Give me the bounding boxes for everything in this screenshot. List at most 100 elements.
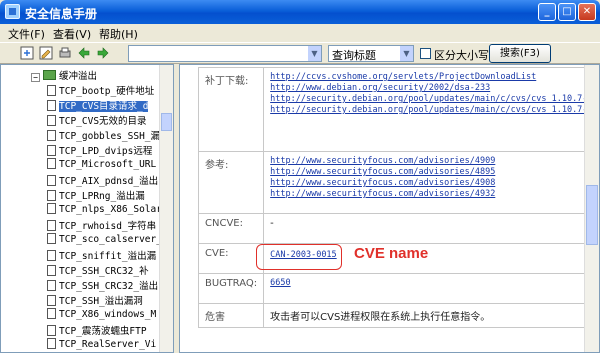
menu-file[interactable]: 文件(F): [8, 26, 45, 42]
bugtraq-link[interactable]: 6650: [270, 278, 599, 289]
cncve-value: -: [263, 213, 599, 244]
tree-scrollbar[interactable]: [159, 65, 173, 352]
detail-scrollbar[interactable]: [584, 65, 599, 352]
cncve-label: CNCVE:: [197, 213, 265, 244]
tree-item-label: TCP_sniffit_溢出漏: [59, 251, 157, 262]
tree-item[interactable]: TCP_AIX_pdnsd_溢出: [47, 173, 158, 187]
cncve-row: CNCVE: -: [197, 213, 599, 244]
refresh-icon[interactable]: [20, 46, 34, 60]
bugtraq-cell: 6650: [263, 273, 599, 304]
tree-item[interactable]: TCP_RealServer_Vi: [47, 338, 156, 350]
tree-item-label: TCP_rwhoisd_字符串: [59, 221, 157, 232]
tree-item[interactable]: TCP_rwhoisd_字符串: [47, 218, 156, 232]
tree-item-label: TCP_SSH_溢出漏洞: [59, 296, 143, 307]
case-sensitive-label: 区分大小写: [434, 49, 489, 62]
tree-scrollbar-thumb[interactable]: [161, 113, 172, 131]
patch-link[interactable]: http://security.debian.org/pool/updates/…: [270, 94, 599, 105]
document-icon: [47, 203, 56, 214]
title-bar: 安全信息手册 _ □ ✕: [0, 0, 600, 24]
bugtraq-row: BUGTRAQ: 6650: [197, 273, 599, 304]
edit-icon[interactable]: [39, 46, 53, 60]
menu-bar: 文件(F) 查看(V) 帮助(H): [0, 24, 600, 42]
document-icon: [47, 190, 56, 201]
document-icon: [47, 115, 56, 126]
folder-icon: [43, 70, 56, 80]
patch-link[interactable]: http://ccvs.cvshome.org/servlets/Project…: [270, 72, 599, 83]
window-title: 安全信息手册: [25, 7, 98, 21]
document-icon: [47, 233, 56, 244]
menu-view[interactable]: 查看(V): [53, 26, 91, 42]
tree-item[interactable]: TCP_X86_windows_M: [47, 308, 156, 320]
bugtraq-label: BUGTRAQ:: [197, 273, 265, 304]
chevron-down-icon[interactable]: ▼: [307, 46, 321, 61]
tree-item-label: TCP_CVS目录请求_d: [59, 101, 149, 112]
tree-item[interactable]: TCP_gobbles_SSH_漏: [47, 128, 160, 142]
app-icon: [5, 4, 20, 19]
ref-link[interactable]: http://www.securityfocus.com/advisories/…: [270, 178, 599, 189]
patch-label: 补丁下载:: [197, 67, 265, 152]
tree-item[interactable]: TCP_LPRng_溢出漏: [47, 188, 145, 202]
collapse-icon[interactable]: −: [31, 73, 40, 82]
tree-item-label: TCP_gobbles_SSH_漏: [59, 131, 161, 142]
refs-row: 参考: http://www.securityfocus.com/advisor…: [197, 151, 599, 214]
tree-item-label: TCP_LPRng_溢出漏: [59, 191, 145, 202]
tree-root[interactable]: − 缓冲溢出: [31, 68, 97, 82]
tree-item[interactable]: TCP_震荡波蠕虫FTP: [47, 323, 147, 337]
document-icon: [47, 220, 56, 231]
forward-icon[interactable]: [96, 46, 110, 60]
menu-help[interactable]: 帮助(H): [99, 26, 138, 42]
patch-link[interactable]: http://security.debian.org/pool/updates/…: [270, 105, 599, 116]
app-window: 安全信息手册 _ □ ✕ 文件(F) 查看(V) 帮助(H) ▼ 查询标题 ▼ …: [0, 0, 600, 353]
tree-item[interactable]: TCP_LPD_dvips远程: [47, 143, 152, 157]
tree-item[interactable]: TCP_nlps_X86_Solar: [47, 203, 162, 215]
tree-item-label: TCP_CVS无效的目录: [59, 116, 147, 127]
cve-highlight-ring: [256, 244, 342, 270]
tree-item-label: TCP_AIX_pdnsd_溢出: [59, 176, 159, 187]
tree-item[interactable]: TCP_SSH_CRC32_溢出: [47, 278, 158, 292]
tree-item[interactable]: TCP_Microsoft_URL: [47, 158, 156, 170]
patch-link[interactable]: http://www.debian.org/security/2002/dsa-…: [270, 83, 599, 94]
tree-item[interactable]: TCP_SSH_CRC32_补: [47, 263, 149, 277]
minimize-button[interactable]: _: [538, 3, 556, 21]
search-button[interactable]: 搜索(F3): [489, 44, 551, 63]
tree-root-label: 缓冲溢出: [59, 71, 98, 82]
tree-item-label: TCP_bootp_硬件地址: [59, 86, 155, 97]
close-button[interactable]: ✕: [578, 3, 596, 21]
maximize-button[interactable]: □: [558, 3, 576, 21]
search-input[interactable]: ▼: [128, 45, 322, 62]
tree-item[interactable]: TCP_sniffit_溢出漏: [47, 248, 156, 262]
document-icon: [47, 280, 56, 291]
toolbar: ▼ 查询标题 ▼ 区分大小写 搜索(F3): [0, 42, 600, 64]
tree-item-label: TCP_RealServer_Vi: [59, 339, 157, 350]
document-icon: [47, 175, 56, 186]
detail-pane: 补丁下载: http://ccvs.cvshome.org/servlets/P…: [179, 64, 600, 353]
ref-link[interactable]: http://www.securityfocus.com/advisories/…: [270, 189, 599, 200]
document-icon: [47, 325, 56, 336]
tree-item-label: TCP_X86_windows_M: [59, 309, 157, 320]
ref-link[interactable]: http://www.securityfocus.com/advisories/…: [270, 167, 599, 178]
topic-tree: − 缓冲溢出 TCP_bootp_硬件地址 TCP_CVS目录请求_d TCP_CVS…: [0, 64, 174, 353]
tree-item-label: TCP_sco_calserver_: [59, 234, 162, 245]
document-icon: [47, 145, 56, 156]
detail-scrollbar-thumb[interactable]: [586, 185, 598, 245]
harm-label: 危害: [197, 303, 265, 328]
ref-link[interactable]: http://www.securityfocus.com/advisories/…: [270, 156, 599, 167]
tree-item-label: TCP_震荡波蠕虫FTP: [59, 326, 147, 337]
tree-item[interactable]: TCP_bootp_硬件地址: [47, 83, 154, 97]
document-icon: [47, 295, 56, 306]
harm-row: 危害 攻击者可以CVS进程权限在系统上执行任意指令。: [197, 303, 599, 328]
refs-label: 参考:: [197, 151, 265, 214]
document-icon: [47, 130, 56, 141]
document-icon: [47, 250, 56, 261]
print-icon[interactable]: [58, 46, 72, 60]
tree-item[interactable]: TCP_sco_calserver_: [47, 233, 162, 245]
cve-label: CVE:: [197, 243, 265, 274]
tree-item[interactable]: TCP_CVS无效的目录: [47, 113, 147, 127]
back-icon[interactable]: [77, 46, 91, 60]
case-sensitive-checkbox[interactable]: [420, 48, 431, 59]
chevron-down-icon[interactable]: ▼: [399, 46, 413, 61]
document-icon: [47, 308, 56, 319]
tree-item[interactable]: TCP_SSH_溢出漏洞: [47, 293, 143, 307]
tree-item[interactable]: TCP_CVS目录请求_d: [47, 98, 149, 112]
search-scope-select[interactable]: 查询标题 ▼: [328, 45, 414, 62]
